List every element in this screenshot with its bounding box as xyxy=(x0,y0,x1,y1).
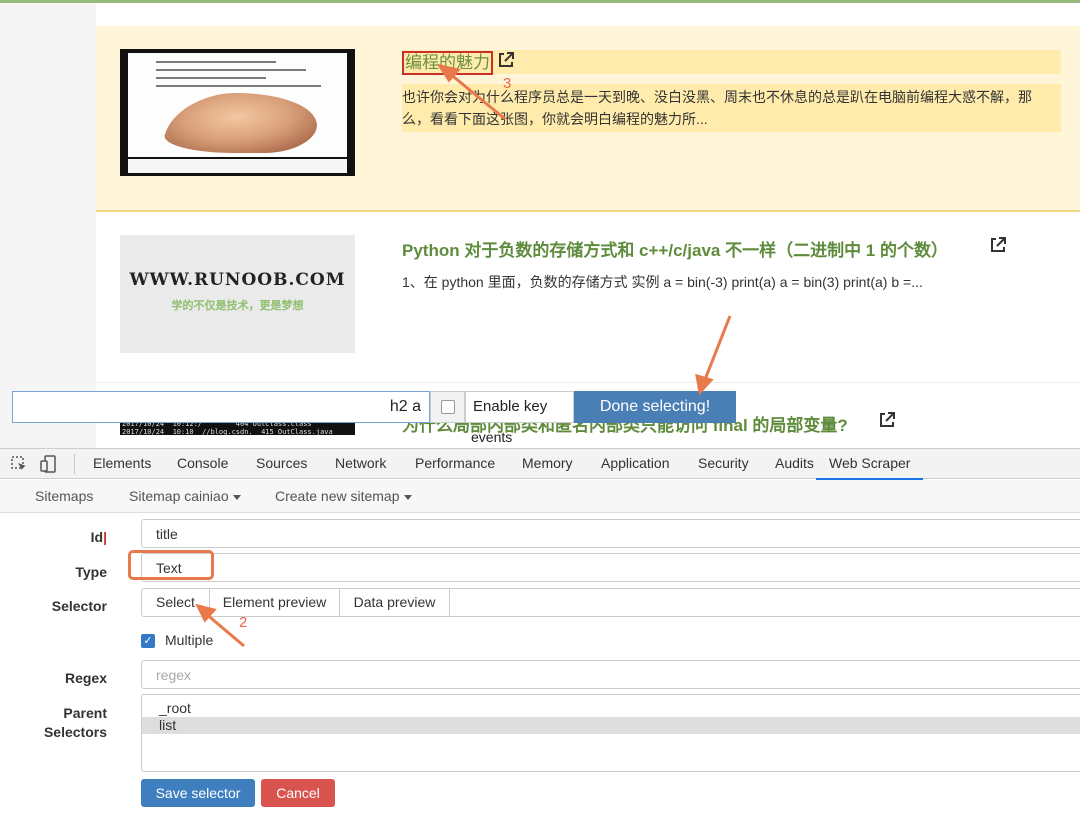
parent-selectors-label-line1: Parent xyxy=(63,705,107,721)
external-link-icon[interactable] xyxy=(989,236,1007,259)
regex-label: Regex xyxy=(64,670,107,686)
tab-elements[interactable]: Elements xyxy=(93,455,151,471)
parent-option-list[interactable]: list xyxy=(142,717,1080,734)
parent-selectors-label-line2: Selectors xyxy=(43,724,107,740)
selector-value-input[interactable]: h2 a xyxy=(12,391,430,423)
article-item[interactable]: WWW.RUNOOB.COM 学的不仅是技术，更是梦想 Python 对于负数的… xyxy=(96,213,1080,383)
tab-web-scraper[interactable]: Web Scraper xyxy=(816,455,924,480)
parent-option-root[interactable]: _root xyxy=(142,700,1080,717)
devtools-tab-bar: Elements Console Sources Network Perform… xyxy=(0,449,1080,480)
runoob-logo: WWW.RUNOOB.COM xyxy=(129,270,346,290)
step-number-2: 2 xyxy=(239,614,248,631)
tab-audits[interactable]: Audits xyxy=(775,455,814,471)
id-label-text: Id xyxy=(90,529,104,545)
id-field[interactable]: title xyxy=(141,519,1080,548)
article-title-link[interactable]: Python 对于负数的存储方式和 c++/c/java 不一样（二进制中 1 … xyxy=(402,236,948,261)
nav-sitemap-dropdown[interactable]: Sitemap cainiao xyxy=(129,488,241,504)
multiple-label: Multiple xyxy=(165,632,214,648)
tab-application[interactable]: Application xyxy=(601,455,670,471)
enable-key-checkbox[interactable] xyxy=(441,400,455,414)
tab-network[interactable]: Network xyxy=(335,455,386,471)
tab-sources[interactable]: Sources xyxy=(256,455,307,471)
nav-sitemap-label: Sitemap cainiao xyxy=(129,488,229,504)
tab-security[interactable]: Security xyxy=(698,455,749,471)
nav-create-label: Create new sitemap xyxy=(275,488,400,504)
thumbnail-screen xyxy=(128,53,347,157)
3d-surface-plot xyxy=(159,93,327,153)
article-thumbnail[interactable] xyxy=(120,49,355,176)
multiple-checkbox[interactable]: ✓ xyxy=(141,634,155,648)
runoob-slogan: 学的不仅是技术，更是梦想 xyxy=(171,300,304,312)
type-select[interactable]: Text xyxy=(141,553,1080,582)
devtools-panel: Elements Console Sources Network Perform… xyxy=(0,448,1080,816)
data-preview-button[interactable]: Data preview xyxy=(340,589,450,616)
selection-toolbar: h2 a Enable key Done selecting! xyxy=(12,391,736,423)
save-selector-button[interactable]: Save selector xyxy=(141,779,255,807)
events-label: events xyxy=(471,429,513,445)
nav-create-sitemap-dropdown[interactable]: Create new sitemap xyxy=(275,488,412,504)
selector-button-group: Select Element preview Data preview xyxy=(141,588,1080,617)
device-toolbar-icon[interactable] xyxy=(40,455,58,478)
selector-label: Selector xyxy=(51,598,107,614)
type-annotation-box xyxy=(128,550,214,580)
element-preview-button[interactable]: Element preview xyxy=(210,589,340,616)
thumbnail-caption xyxy=(128,159,347,173)
external-link-icon[interactable] xyxy=(878,411,896,434)
chevron-down-icon xyxy=(403,494,412,500)
nav-sitemaps[interactable]: Sitemaps xyxy=(35,488,93,504)
type-label: Type xyxy=(75,564,107,580)
article-description: 也许你会对为什么程序员总是一天到晚、没白没黑、周末也不休息的总是趴在电脑前编程大… xyxy=(402,89,1032,127)
tab-console[interactable]: Console xyxy=(177,455,228,471)
enable-key-checkbox-wrap xyxy=(430,391,465,423)
select-button[interactable]: Select xyxy=(142,589,210,616)
external-link-icon[interactable] xyxy=(497,51,515,74)
cancel-button[interactable]: Cancel xyxy=(261,779,335,807)
done-selecting-button[interactable]: Done selecting! xyxy=(574,391,736,423)
article-item-selected[interactable]: 编程的魅力 也许你会对为什么程序员总是一天到晚、没白没黑、周末也不休息的总是趴在… xyxy=(96,26,1080,212)
article-description: 1、在 python 里面，负数的存储方式 实例 a = bin(-3) pri… xyxy=(402,274,923,290)
required-marker: | xyxy=(103,529,107,545)
article-title-link[interactable]: 编程的魅力 xyxy=(402,51,493,75)
tab-performance[interactable]: Performance xyxy=(415,455,495,471)
scraper-nav-bar: Sitemaps Sitemap cainiao Create new site… xyxy=(0,480,1080,513)
step-number-3: 3 xyxy=(503,75,512,92)
inspect-element-icon[interactable] xyxy=(10,455,28,478)
enable-key-label: Enable key xyxy=(465,391,574,423)
toolbar-separator xyxy=(74,454,75,474)
regex-field[interactable]: regex xyxy=(141,660,1080,689)
tab-memory[interactable]: Memory xyxy=(522,455,573,471)
chevron-down-icon xyxy=(232,494,241,500)
article-thumbnail[interactable]: WWW.RUNOOB.COM 学的不仅是技术，更是梦想 xyxy=(120,235,355,353)
id-label: Id| xyxy=(91,529,107,545)
parent-selectors-list[interactable]: _root list xyxy=(141,694,1080,772)
